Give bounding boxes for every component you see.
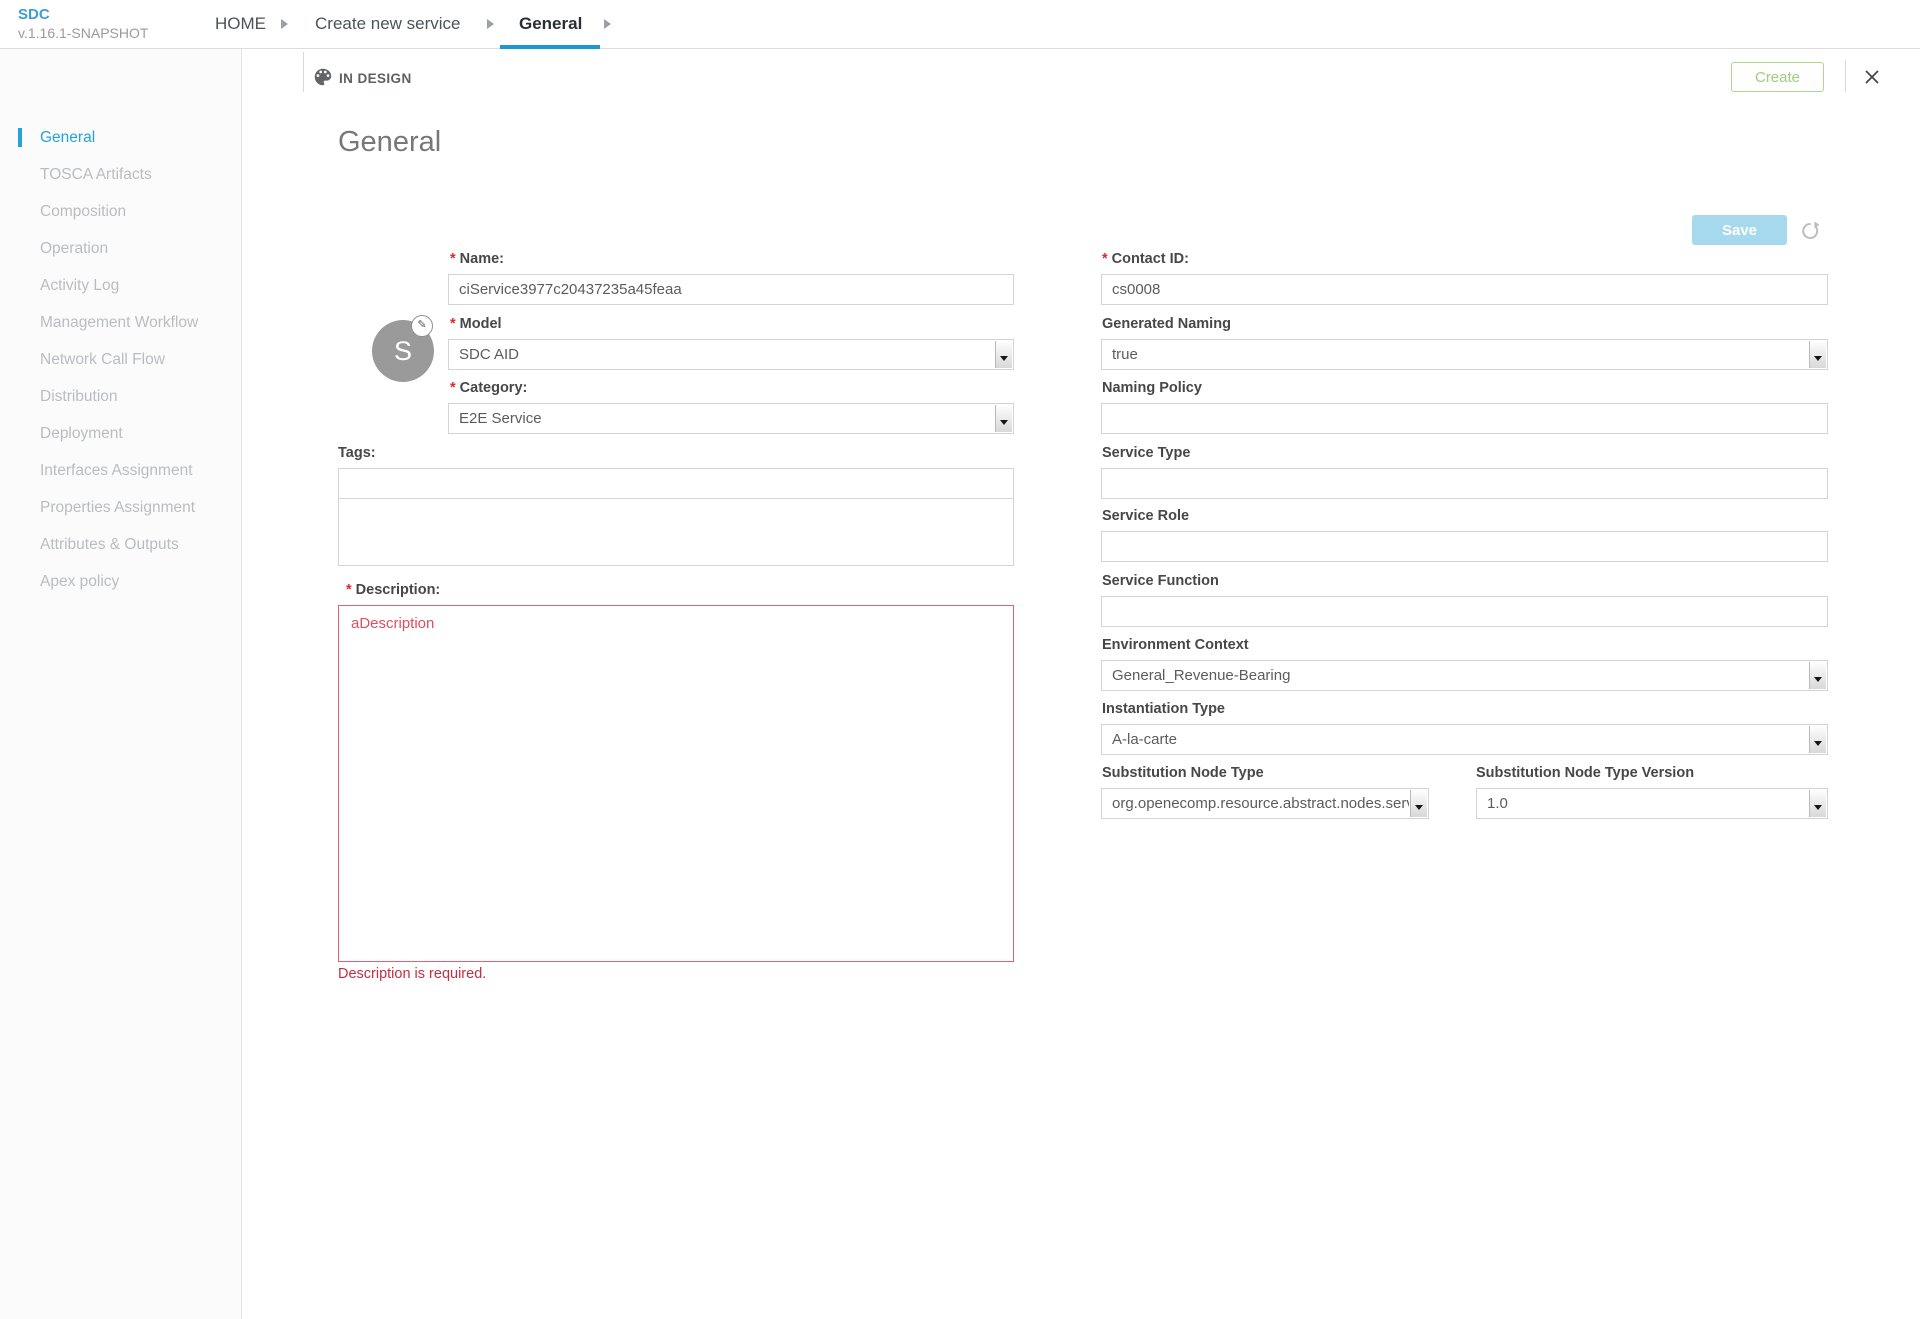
- name-input[interactable]: [448, 274, 1014, 305]
- sidebar-item-composition[interactable]: Composition: [0, 193, 241, 230]
- service-type-label: Service Type: [1102, 444, 1190, 462]
- lifecycle-status-badge: IN DESIGN: [339, 71, 412, 86]
- service-role-label: Service Role: [1102, 507, 1189, 525]
- contact-id-label: *Contact ID:: [1102, 250, 1189, 268]
- sidebar-item-properties-assignment[interactable]: Properties Assignment: [0, 489, 241, 526]
- left-sidebar: General TOSCA Artifacts Composition Oper…: [0, 49, 242, 1319]
- breadcrumb-arrow-icon: [604, 19, 611, 29]
- breadcrumb-arrow-icon: [487, 19, 494, 29]
- palette-icon: [312, 66, 334, 88]
- dropdown-arrow-icon[interactable]: [995, 405, 1012, 432]
- edit-avatar-button[interactable]: ✎: [411, 315, 433, 337]
- description-label: *Description:: [346, 581, 440, 599]
- tab-general[interactable]: General: [519, 0, 582, 49]
- tab-create-new-service[interactable]: Create new service: [315, 0, 461, 49]
- description-textarea[interactable]: aDescription: [338, 605, 1014, 962]
- save-button[interactable]: Save: [1692, 215, 1787, 245]
- substitution-node-type-version-select[interactable]: 1.0: [1476, 788, 1828, 819]
- dropdown-arrow-icon[interactable]: [1809, 662, 1826, 689]
- dropdown-arrow-icon[interactable]: [1809, 341, 1826, 368]
- sidebar-item-attributes-outputs[interactable]: Attributes & Outputs: [0, 526, 241, 563]
- sidebar-item-interfaces-assignment[interactable]: Interfaces Assignment: [0, 452, 241, 489]
- dropdown-arrow-icon[interactable]: [995, 341, 1012, 368]
- environment-context-select[interactable]: General_Revenue-Bearing: [1101, 660, 1828, 691]
- close-button[interactable]: [1862, 68, 1882, 88]
- top-header: SDC v.1.16.1-SNAPSHOT HOME Create new se…: [0, 0, 1920, 49]
- statusbar-divider: [303, 52, 304, 92]
- sdc-app-window: SDC v.1.16.1-SNAPSHOT HOME Create new se…: [0, 0, 1920, 1319]
- revert-icon[interactable]: [1798, 218, 1822, 242]
- contact-id-input[interactable]: [1101, 274, 1828, 305]
- sidebar-item-distribution[interactable]: Distribution: [0, 378, 241, 415]
- naming-policy-label: Naming Policy: [1102, 379, 1202, 397]
- app-name: SDC: [18, 6, 148, 24]
- substitution-node-type-select[interactable]: org.openecomp.resource.abstract.nodes.se…: [1101, 788, 1429, 819]
- page-title: General: [338, 126, 441, 159]
- close-icon: [1863, 68, 1881, 86]
- naming-policy-input[interactable]: [1101, 403, 1828, 434]
- description-error-message: Description is required.: [338, 966, 486, 982]
- substitution-node-type-label: Substitution Node Type: [1102, 764, 1264, 782]
- model-label: *Model: [450, 315, 502, 333]
- substitution-node-type-version-label: Substitution Node Type Version: [1476, 764, 1694, 782]
- active-tab-underline: [500, 45, 600, 49]
- dropdown-arrow-icon[interactable]: [1809, 726, 1826, 753]
- name-label: *Name:: [450, 250, 504, 268]
- sidebar-item-tosca-artifacts[interactable]: TOSCA Artifacts: [0, 156, 241, 193]
- breadcrumb-arrow-icon: [281, 19, 288, 29]
- generated-naming-select[interactable]: true: [1101, 339, 1828, 370]
- category-select[interactable]: E2E Service: [448, 403, 1014, 434]
- create-button[interactable]: Create: [1731, 62, 1824, 92]
- app-logo[interactable]: SDC v.1.16.1-SNAPSHOT: [18, 6, 148, 42]
- pencil-icon: ✎: [417, 319, 426, 331]
- sidebar-item-operation[interactable]: Operation: [0, 230, 241, 267]
- sidebar-item-deployment[interactable]: Deployment: [0, 415, 241, 452]
- tags-input[interactable]: [339, 469, 1013, 499]
- sidebar-item-network-call-flow[interactable]: Network Call Flow: [0, 341, 241, 378]
- tags-label: Tags:: [338, 444, 376, 462]
- category-label: *Category:: [450, 379, 527, 397]
- tags-list-area: [339, 499, 1013, 564]
- instantiation-type-select[interactable]: A-la-carte: [1101, 724, 1828, 755]
- service-function-input[interactable]: [1101, 596, 1828, 627]
- service-function-label: Service Function: [1102, 572, 1219, 590]
- sidebar-item-general[interactable]: General: [0, 119, 241, 156]
- actionbar-divider: [1845, 60, 1846, 92]
- active-item-marker: [18, 128, 22, 147]
- dropdown-arrow-icon[interactable]: [1809, 790, 1826, 817]
- service-role-input[interactable]: [1101, 531, 1828, 562]
- environment-context-label: Environment Context: [1102, 636, 1249, 654]
- sidebar-item-activity-log[interactable]: Activity Log: [0, 267, 241, 304]
- tab-home[interactable]: HOME: [215, 0, 266, 49]
- instantiation-type-label: Instantiation Type: [1102, 700, 1225, 718]
- tags-widget: [338, 468, 1014, 566]
- dropdown-arrow-icon[interactable]: [1410, 790, 1427, 817]
- app-version: v.1.16.1-SNAPSHOT: [18, 24, 148, 42]
- generated-naming-label: Generated Naming: [1102, 315, 1231, 333]
- service-type-input[interactable]: [1101, 468, 1828, 499]
- model-select[interactable]: SDC AID: [448, 339, 1014, 370]
- sidebar-item-apex-policy[interactable]: Apex policy: [0, 563, 241, 600]
- sidebar-item-management-workflow[interactable]: Management Workflow: [0, 304, 241, 341]
